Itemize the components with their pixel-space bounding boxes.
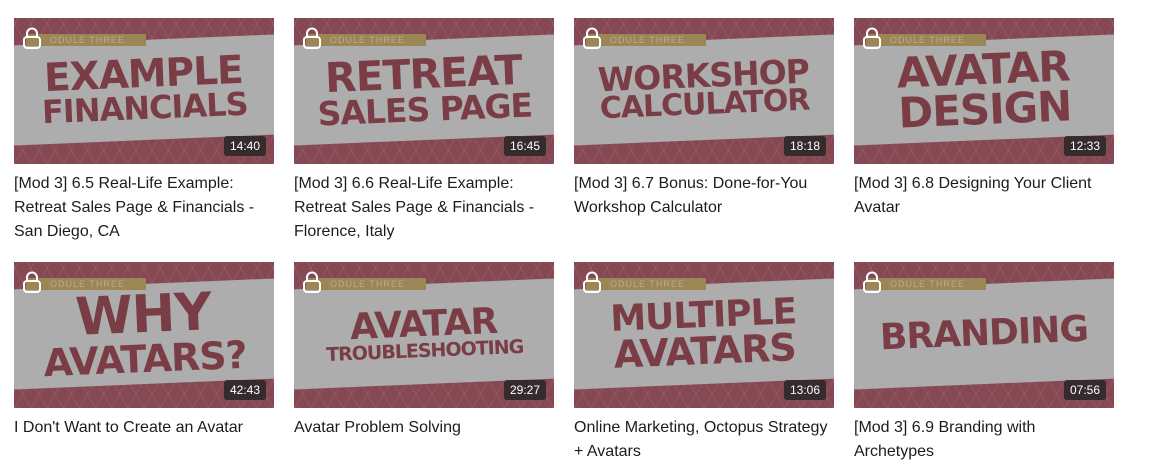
video-thumbnail[interactable]: AVATAR DESIGN ODULE THREE 12:33 xyxy=(854,18,1114,164)
duration-badge: 13:06 xyxy=(783,380,826,400)
lock-icon xyxy=(23,271,41,293)
lock-icon xyxy=(23,27,41,49)
video-card[interactable]: AVATAR DESIGN ODULE THREE 12:33 [Mod 3] … xyxy=(854,18,1114,220)
video-card[interactable]: RETREAT SALES PAGE ODULE THREE 16:45 [Mo… xyxy=(294,18,554,244)
duration-badge: 29:27 xyxy=(503,380,546,400)
lock-icon xyxy=(583,271,601,293)
video-thumbnail[interactable]: AVATAR TROUBLESHOOTING ODULE THREE 29:27 xyxy=(294,262,554,408)
video-card[interactable]: MULTIPLE AVATARS ODULE THREE 13:06 Onlin… xyxy=(574,262,834,464)
video-card[interactable]: EXAMPLE FINANCIALS ODULE THREE 14:40 [Mo… xyxy=(14,18,274,244)
video-title[interactable]: Avatar Problem Solving xyxy=(294,416,554,440)
lock-icon xyxy=(583,27,601,49)
video-title[interactable]: Online Marketing, Octopus Strategy + Ava… xyxy=(574,416,834,464)
video-thumbnail[interactable]: WORKSHOP CALCULATOR ODULE THREE 18:18 xyxy=(574,18,834,164)
video-thumbnail[interactable]: WHY AVATARS? ODULE THREE 42:43 xyxy=(14,262,274,408)
video-title[interactable]: I Don't Want to Create an Avatar xyxy=(14,416,274,440)
video-thumbnail[interactable]: EXAMPLE FINANCIALS ODULE THREE 14:40 xyxy=(14,18,274,164)
video-title[interactable]: [Mod 3] 6.9 Branding with Archetypes xyxy=(854,416,1114,464)
video-title[interactable]: [Mod 3] 6.5 Real-Life Example: Retreat S… xyxy=(14,172,274,244)
duration-badge: 16:45 xyxy=(503,136,546,156)
duration-badge: 14:40 xyxy=(223,136,266,156)
video-card[interactable]: AVATAR TROUBLESHOOTING ODULE THREE 29:27… xyxy=(294,262,554,440)
video-thumbnail[interactable]: MULTIPLE AVATARS ODULE THREE 13:06 xyxy=(574,262,834,408)
lock-icon xyxy=(303,271,321,293)
duration-badge: 07:56 xyxy=(1063,380,1106,400)
video-thumbnail[interactable]: RETREAT SALES PAGE ODULE THREE 16:45 xyxy=(294,18,554,164)
video-title[interactable]: [Mod 3] 6.8 Designing Your Client Avatar xyxy=(854,172,1114,220)
video-card[interactable]: WHY AVATARS? ODULE THREE 42:43 I Don't W… xyxy=(14,262,274,440)
lock-icon xyxy=(863,27,881,49)
video-thumbnail[interactable]: BRANDING ODULE THREE 07:56 xyxy=(854,262,1114,408)
duration-badge: 42:43 xyxy=(223,380,266,400)
lock-icon xyxy=(863,271,881,293)
duration-badge: 12:33 xyxy=(1063,136,1106,156)
video-grid: EXAMPLE FINANCIALS ODULE THREE 14:40 [Mo… xyxy=(0,0,1175,469)
lock-icon xyxy=(303,27,321,49)
video-title[interactable]: [Mod 3] 6.6 Real-Life Example: Retreat S… xyxy=(294,172,554,244)
video-card[interactable]: WORKSHOP CALCULATOR ODULE THREE 18:18 [M… xyxy=(574,18,834,220)
video-title[interactable]: [Mod 3] 6.7 Bonus: Done-for-You Workshop… xyxy=(574,172,834,220)
duration-badge: 18:18 xyxy=(783,136,826,156)
video-card[interactable]: BRANDING ODULE THREE 07:56 [Mod 3] 6.9 B… xyxy=(854,262,1114,464)
